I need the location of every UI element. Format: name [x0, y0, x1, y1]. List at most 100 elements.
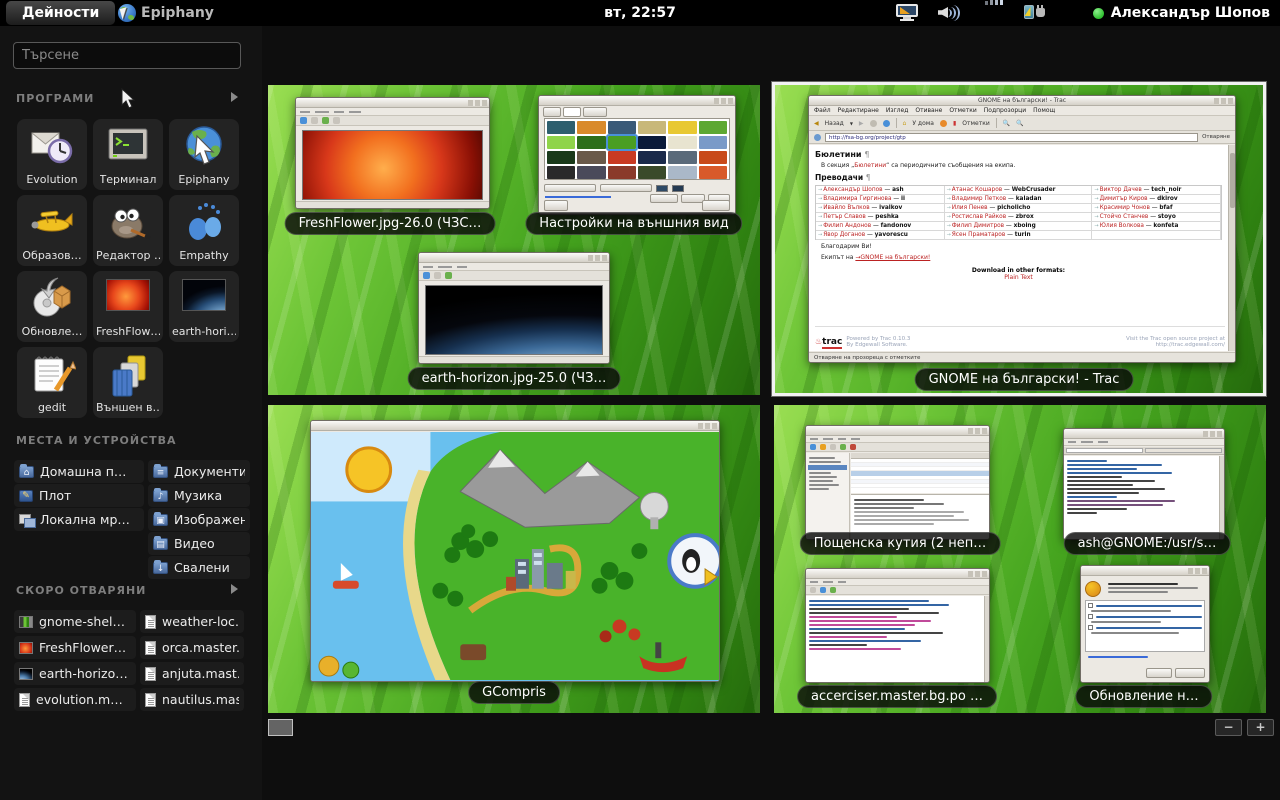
gcompris-plane-icon: [28, 198, 76, 246]
window-appearance-settings[interactable]: [538, 95, 736, 215]
window-caption: Настройки на външния вид: [525, 212, 742, 235]
place-documents[interactable]: ≡ Документи: [148, 460, 250, 483]
trac-page-content: Бюлетини ¶ В секция „Бюлетини“ са период…: [809, 145, 1228, 351]
software-update-icon: [28, 274, 76, 322]
window-freshflower-viewer[interactable]: [295, 97, 490, 209]
browser-urlbar: http://fsa-bg.org/project/gtp Отваряне: [809, 131, 1235, 144]
music-folder-icon: ♪: [153, 490, 168, 502]
workspace-drop-indicator: [268, 719, 293, 736]
network-icon: [19, 514, 34, 526]
open-button: Отваряне: [1202, 134, 1230, 140]
window-caption: Пощенска кутия (2 неп…: [800, 532, 1001, 555]
window-caption: GNOME на български! - Trac: [915, 368, 1134, 391]
app-tile-gcompris[interactable]: Образов…: [17, 195, 87, 266]
app-tile-gimp[interactable]: Редактор …: [93, 195, 163, 266]
workspace-4[interactable]: Пощенска кутия (2 неп… ash@GNOME:/usr/s……: [774, 405, 1266, 713]
overview-sidebar: ПРОГРАМИ Evolution Терминал: [0, 26, 262, 800]
recent-orca-master[interactable]: orca.master.…: [140, 636, 244, 659]
app-tile-empathy[interactable]: Empathy: [169, 195, 239, 266]
recent-earth-horizon[interactable]: earth-horizo…: [14, 662, 136, 685]
gcompris-scene: [311, 432, 719, 681]
window-evolution-mail[interactable]: [805, 425, 990, 540]
search-input[interactable]: [13, 42, 241, 69]
window-terminal[interactable]: [1063, 428, 1225, 540]
epiphany-icon: [180, 122, 228, 170]
desktop-icon: ✎: [19, 490, 33, 502]
clock[interactable]: вт, 22:57: [0, 0, 1280, 26]
add-workspace-button[interactable]: +: [1247, 719, 1274, 736]
programs-section-header: ПРОГРАМИ: [16, 92, 94, 105]
workspace-3[interactable]: GCompris: [268, 405, 760, 713]
wallpaper-grid: [544, 118, 730, 180]
recent-anjuta-master[interactable]: anjuta.mast…: [140, 662, 244, 685]
help-button: [544, 200, 568, 211]
status-available-icon: [1093, 8, 1104, 19]
flower-thumbnail-icon: [19, 642, 33, 654]
recent-gnome-shell[interactable]: gnome-shel…: [14, 610, 136, 633]
earth-thumbnail-icon: [19, 668, 33, 680]
trac-logo: ♨trac: [815, 329, 842, 348]
programs-expand-arrow-icon[interactable]: [231, 92, 238, 102]
window-gcompris[interactable]: [310, 420, 720, 682]
screenshot-thumbnail-icon: [19, 616, 33, 628]
translators-table: Александър Шопов — ash Атанас Кошаров — …: [815, 185, 1222, 240]
terminal-icon: [104, 122, 152, 170]
recent-weather-locations[interactable]: weather-loc…: [140, 610, 244, 633]
pictures-folder-icon: ▣: [153, 514, 168, 526]
window-po-editor[interactable]: [805, 568, 990, 683]
app-tile-freshflower[interactable]: FreshFlow…: [93, 271, 163, 342]
workspace-1[interactable]: FreshFlower.jpg-26.0 (ЧЗС… Настройки на …: [268, 85, 760, 395]
workspace-2-active[interactable]: GNOME на български! - Trac ФайлРедактира…: [772, 82, 1266, 396]
gedit-icon: [28, 350, 76, 398]
place-desktop[interactable]: ✎ Плот: [14, 484, 144, 507]
place-local-network[interactable]: Локална мр…: [14, 508, 144, 531]
app-tile-terminal[interactable]: Терминал: [93, 119, 163, 190]
place-pictures[interactable]: ▣ Изображен…: [148, 508, 250, 531]
documents-folder-icon: ≡: [153, 466, 168, 478]
window-caption: FreshFlower.jpg-26.0 (ЧЗС…: [285, 212, 496, 235]
recent-evolution[interactable]: evolution.m…: [14, 688, 136, 711]
user-menu[interactable]: Александър Шопов: [1093, 0, 1270, 26]
window-caption: Обновление н…: [1075, 685, 1212, 708]
places-section-header: МЕСТА И УСТРОЙСТВА: [16, 434, 177, 447]
appearance-icon: [104, 350, 152, 398]
gimp-icon: [104, 198, 152, 246]
downloads-folder-icon: ↓: [153, 562, 168, 574]
recent-freshflower[interactable]: FreshFlower…: [14, 636, 136, 659]
video-folder-icon: ▤: [153, 538, 168, 550]
browser-toolbar: ◀Назад▼ ▶ ⌂У дома ▮Отметки 🔍🔍: [809, 116, 1235, 131]
remove-workspace-button[interactable]: −: [1215, 719, 1242, 736]
place-downloads[interactable]: ↓ Свалени: [148, 556, 250, 579]
place-home[interactable]: ⌂ Домашна п…: [14, 460, 144, 483]
window-caption: ash@GNOME:/usr/s…: [1064, 532, 1231, 555]
recent-expand-arrow-icon[interactable]: [231, 584, 238, 594]
text-document-icon: [145, 641, 156, 655]
app-tile-evolution[interactable]: Evolution: [17, 119, 87, 190]
app-tile-software-update[interactable]: Обновле…: [17, 271, 87, 342]
window-caption: accerciser.master.bg.po …: [797, 685, 997, 708]
app-tile-gedit[interactable]: gedit: [17, 347, 87, 418]
freshflower-photo: [302, 130, 483, 200]
window-trac-browser[interactable]: GNOME на български! - Trac ФайлРедактира…: [808, 95, 1236, 363]
evolution-icon: [28, 122, 76, 170]
window-earth-viewer[interactable]: [418, 252, 610, 364]
browser-menubar: ФайлРедактиране ИзгледОтиване ОтметкиПод…: [809, 106, 1235, 116]
user-name: Александър Шопов: [1111, 5, 1270, 21]
place-video[interactable]: ▤ Видео: [148, 532, 250, 555]
flower-image-icon: [106, 279, 150, 311]
text-document-icon: [19, 693, 30, 707]
earth-image-icon: [182, 279, 226, 311]
recent-nautilus-master[interactable]: nautilus.mas…: [140, 688, 244, 711]
window-caption: GCompris: [468, 681, 560, 704]
app-tile-epiphany[interactable]: Epiphany: [169, 119, 239, 190]
browser-statusbar: Отваряне на прозореца с отметките: [809, 352, 1235, 362]
app-tile-appearance[interactable]: Външен в…: [93, 347, 163, 418]
text-document-icon: [145, 667, 156, 681]
app-tile-earth-horizon[interactable]: earth-hori…: [169, 271, 239, 342]
place-music[interactable]: ♪ Музика: [148, 484, 250, 507]
window-buttons: [1214, 98, 1233, 104]
mouse-cursor: [121, 88, 137, 114]
earth-horizon-photo: [425, 285, 603, 355]
window-software-update[interactable]: [1080, 565, 1210, 683]
po-file-text: [806, 596, 984, 682]
